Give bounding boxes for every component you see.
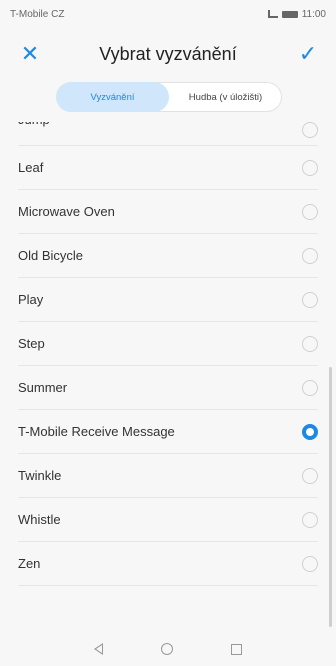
signal-icon [267, 10, 278, 18]
status-bar: T-Mobile CZ 11:00 [0, 0, 336, 28]
ringtone-list: Jump Leaf Microwave Oven Old Bicycle Play Ste… [0, 122, 336, 632]
tab-ringtones[interactable]: Vyzvánění [56, 82, 169, 112]
nav-back-icon[interactable] [94, 643, 103, 655]
ringtone-label: Leaf [18, 160, 44, 175]
ringtone-row[interactable]: Zen [18, 542, 318, 586]
nav-home-icon[interactable] [161, 643, 173, 655]
ringtone-label: T-Mobile Receive Message [18, 424, 175, 439]
radio-unchecked-icon[interactable] [302, 122, 318, 138]
radio-unchecked-icon[interactable] [302, 467, 318, 484]
radio-unchecked-icon[interactable] [302, 555, 318, 572]
nav-recent-icon[interactable] [231, 643, 242, 655]
ringtone-label: Zen [18, 556, 41, 571]
ringtone-row[interactable]: Whistle [18, 498, 318, 542]
battery-icon [281, 10, 298, 18]
ringtone-label: Old Bicycle [18, 248, 84, 263]
close-button[interactable]: ✕ [14, 38, 46, 70]
navigation-bar [0, 632, 336, 666]
ringtone-row[interactable]: Twinkle [18, 454, 318, 498]
scrollbar[interactable] [329, 367, 332, 627]
ringtone-label: Jump [18, 122, 50, 127]
ringtone-row[interactable]: Step [18, 322, 318, 366]
ringtone-row[interactable]: T-Mobile Receive Message [18, 410, 318, 454]
radio-unchecked-icon[interactable] [302, 291, 318, 308]
title-bar: ✕ Vybrat vyzvánění ✓ [0, 28, 336, 80]
carrier-label: T-Mobile CZ [10, 8, 65, 20]
ringtone-row[interactable]: Old Bicycle [18, 234, 318, 278]
check-icon: ✓ [298, 41, 318, 66]
page-title: Vybrat vyzvánění [99, 43, 237, 64]
ringtone-row[interactable]: Summer [18, 366, 318, 410]
ringtone-row[interactable]: Play [18, 278, 318, 322]
ringtone-label: Step [18, 336, 45, 351]
close-icon: ✕ [20, 41, 40, 66]
source-tabs: Vyzvánění Hudba (v úložišti) [56, 82, 282, 112]
status-icons: 11:00 [267, 8, 326, 20]
radio-unchecked-icon[interactable] [302, 203, 318, 220]
radio-unchecked-icon[interactable] [302, 247, 318, 264]
radio-unchecked-icon[interactable] [302, 159, 318, 176]
ringtone-label: Twinkle [18, 468, 62, 483]
radio-unchecked-icon[interactable] [302, 335, 318, 352]
radio-unchecked-icon[interactable] [302, 379, 318, 396]
ringtone-label: Whistle [18, 512, 61, 527]
radio-unchecked-icon[interactable] [302, 511, 318, 528]
ringtone-row[interactable]: Microwave Oven [18, 190, 318, 234]
ringtone-label: Play [18, 292, 44, 307]
confirm-button[interactable]: ✓ [292, 38, 324, 70]
ringtone-row[interactable]: Jump [18, 122, 318, 146]
ringtone-label: Microwave Oven [18, 204, 115, 219]
tab-music-storage[interactable]: Hudba (v úložišti) [169, 82, 282, 112]
ringtone-label: Summer [18, 380, 68, 395]
clock: 11:00 [301, 8, 326, 20]
radio-checked-icon[interactable] [302, 423, 318, 440]
ringtone-row[interactable]: Leaf [18, 146, 318, 190]
